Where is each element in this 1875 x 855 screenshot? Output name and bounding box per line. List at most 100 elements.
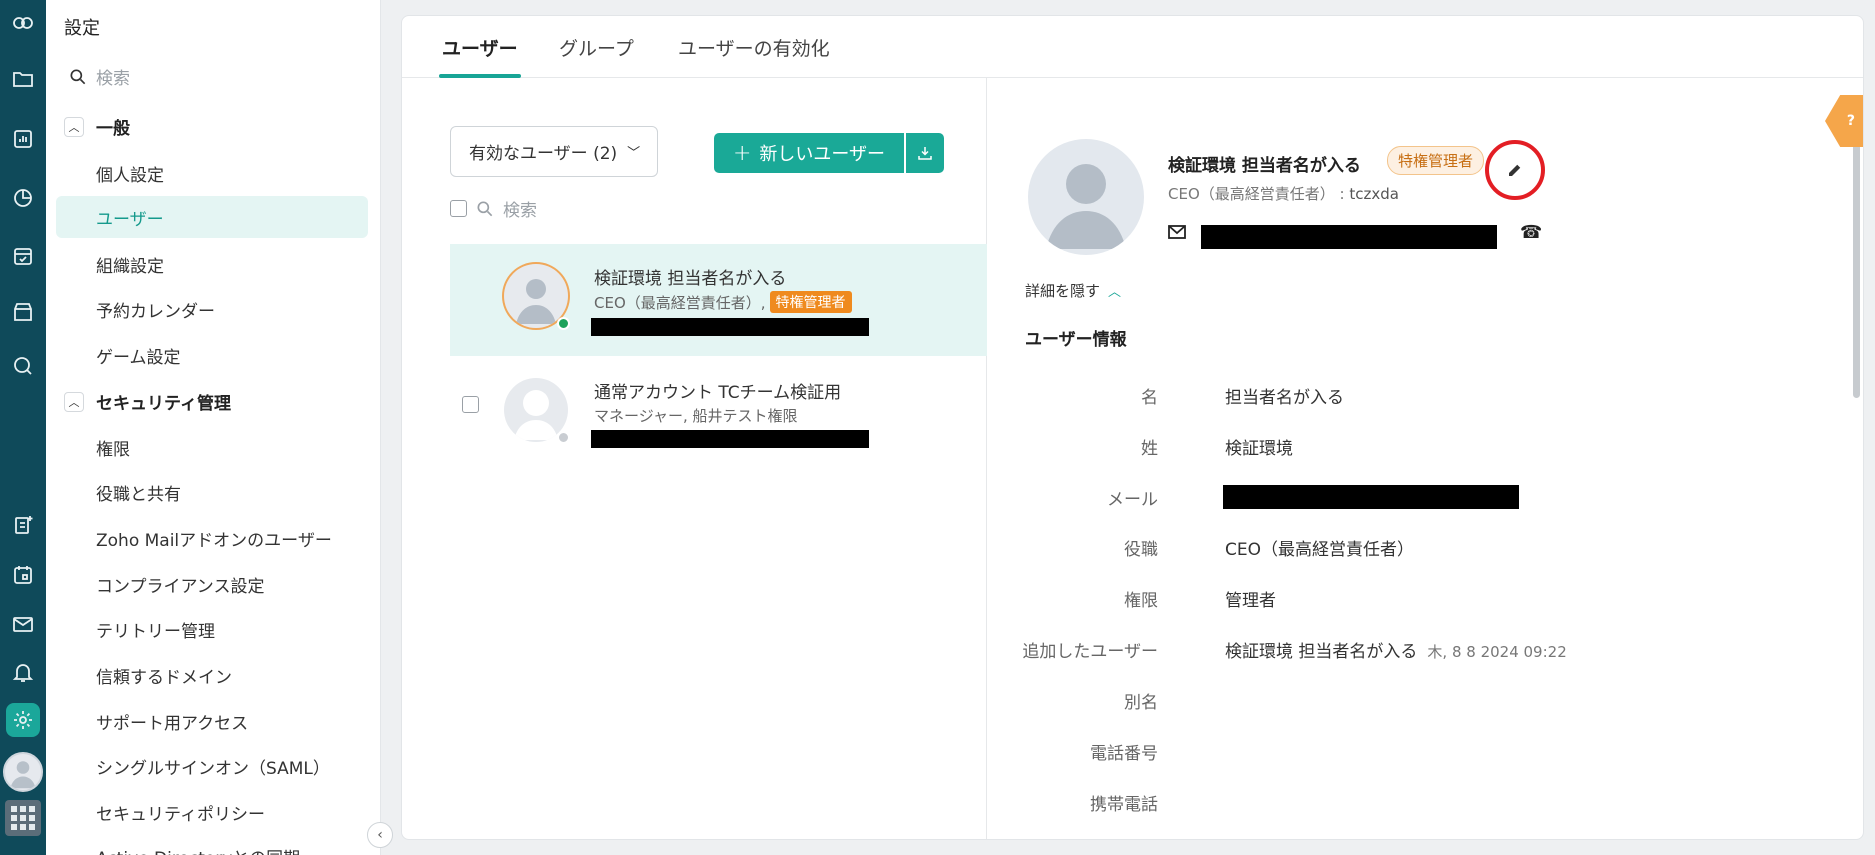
download-icon <box>918 147 932 160</box>
app-launcher-grid-icon[interactable] <box>5 800 41 836</box>
redacted-email <box>1201 225 1497 249</box>
sidebar-item-support-access[interactable]: サポート用アクセス <box>96 709 248 734</box>
sidebar-search[interactable]: 検索 <box>68 64 130 89</box>
offline-status-dot <box>557 431 570 444</box>
chevron-up-icon: ︿ <box>1108 285 1122 300</box>
added-by-name: 検証環境 担当者名が入る <box>1225 642 1418 662</box>
profile-avatar[interactable] <box>3 752 43 792</box>
import-users-button[interactable] <box>906 133 944 173</box>
store-icon[interactable] <box>8 297 38 327</box>
settings-sidebar: 設定 検索 ︿ 一般 個人設定 ユーザー 組織設定 予約カレンダー ゲーム設定 … <box>46 0 381 855</box>
chevron-up-icon: ︿ <box>64 391 84 412</box>
settings-gear-icon[interactable] <box>6 703 40 737</box>
sidebar-item-security-policy[interactable]: セキュリティポリシー <box>96 800 265 825</box>
user-name: 通常アカウント TCチーム検証用 <box>594 383 842 403</box>
user-row[interactable]: 検証環境 担当者名が入る CEO（最高経営責任者）, 特権管理者 <box>450 244 987 356</box>
field-label: 別名 <box>1124 693 1158 713</box>
role-separator: : <box>1334 185 1350 203</box>
role-code: tczxda <box>1349 185 1399 203</box>
super-admin-badge: 特権管理者 <box>769 291 852 313</box>
sidebar-item-ad-sync[interactable]: Active Directoryとの同期 <box>96 844 300 855</box>
sidebar-item-game-settings[interactable]: ゲーム設定 <box>96 343 181 368</box>
analytics-icon[interactable] <box>8 183 38 213</box>
collapse-sidebar-button[interactable]: ‹ <box>367 822 393 848</box>
users-card: ユーザー グループ ユーザーの有効化 有効なユーザー (2) ﹀ + 新しいユー… <box>401 15 1864 840</box>
field-value: CEO（最高経営責任者） <box>1225 540 1414 560</box>
user-row-checkbox[interactable] <box>462 396 479 413</box>
user-role: CEO（最高経営責任者）, <box>594 293 766 312</box>
mail-icon[interactable] <box>8 609 38 639</box>
user-row[interactable]: 通常アカウント TCチーム検証用 マネージャー, 船井テスト権限 <box>450 358 987 470</box>
phone-icon[interactable]: ☎ <box>1520 222 1542 243</box>
zoho-logo-icon[interactable] <box>8 8 38 38</box>
sidebar-item-org-settings[interactable]: 組織設定 <box>96 252 164 277</box>
field-value: 検証環境 <box>1225 439 1293 459</box>
field-label: 追加したユーザー <box>1022 642 1158 662</box>
user-name: 検証環境 担当者名が入る <box>594 269 787 289</box>
edit-user-button[interactable] <box>1485 140 1545 200</box>
calendar-icon[interactable] <box>8 560 38 590</box>
chevron-down-icon: ﹀ <box>627 146 641 161</box>
new-user-button[interactable]: + 新しいユーザー <box>714 133 904 173</box>
mail-icon <box>1168 225 1186 239</box>
field-label: 携帯電話 <box>1090 795 1158 815</box>
field-value: 検証環境 担当者名が入る 木, 8 8 2024 09:22 <box>1225 637 1567 662</box>
select-all-checkbox[interactable] <box>450 200 467 217</box>
user-detail-avatar <box>1028 139 1144 255</box>
sidebar-item-roles-sharing[interactable]: 役職と共有 <box>96 480 181 505</box>
user-subtitle: CEO（最高経営責任者）, 特権管理者 <box>594 291 852 313</box>
folder-icon[interactable] <box>8 64 38 94</box>
search-icon <box>477 201 493 216</box>
sidebar-item-zoho-mail-addon[interactable]: Zoho Mailアドオンのユーザー <box>96 526 332 551</box>
section-general-label: 一般 <box>96 119 130 139</box>
user-list-search[interactable]: 検索 <box>450 196 537 221</box>
report-icon[interactable] <box>8 124 38 154</box>
field-label: 権限 <box>1124 591 1158 611</box>
field-label: 役職 <box>1124 540 1158 560</box>
sidebar-item-permissions[interactable]: 権限 <box>96 435 130 460</box>
field-label: 姓 <box>1141 439 1158 459</box>
super-admin-badge: 特権管理者 <box>1387 146 1485 175</box>
redacted-email <box>591 430 869 448</box>
user-detail-role: CEO（最高経営責任者） : tczxda <box>1168 183 1399 204</box>
field-label: メール <box>1107 490 1158 510</box>
user-detail-pane: 検証環境 担当者名が入る 特権管理者 CEO（最高経営責任者） : tczxda… <box>988 78 1863 839</box>
section-security-label: セキュリティ管理 <box>96 394 231 414</box>
field-value: 担当者名が入る <box>1225 388 1344 408</box>
tab-users[interactable]: ユーザー <box>442 34 518 61</box>
sidebar-title: 設定 <box>64 18 100 39</box>
redacted-email <box>591 318 869 336</box>
online-status-dot <box>557 317 570 330</box>
section-security[interactable]: ︿ セキュリティ管理 <box>64 389 231 414</box>
redacted-email <box>1223 485 1519 509</box>
sidebar-item-compliance[interactable]: コンプライアンス設定 <box>96 572 264 597</box>
user-filter-label: 有効なユーザー (2) <box>469 144 618 164</box>
sidebar-item-personal-settings[interactable]: 個人設定 <box>96 161 164 186</box>
sidebar-item-territory[interactable]: テリトリー管理 <box>96 617 215 642</box>
tab-groups[interactable]: グループ <box>559 34 634 61</box>
add-note-icon[interactable] <box>8 510 38 540</box>
tab-user-activation[interactable]: ユーザーの有効化 <box>678 34 830 61</box>
sidebar-item-booking-calendar[interactable]: 予約カレンダー <box>96 297 215 322</box>
plus-icon: + <box>732 140 752 166</box>
detail-scrollbar[interactable] <box>1851 138 1861 398</box>
role-text: CEO（最高経営責任者） <box>1168 185 1335 203</box>
sidebar-item-saml[interactable]: シングルサインオン（SAML） <box>96 754 330 779</box>
new-user-label: 新しいユーザー <box>759 144 886 165</box>
pencil-icon <box>1509 164 1521 176</box>
field-value: 管理者 <box>1225 591 1276 611</box>
chevron-up-icon: ︿ <box>64 116 84 137</box>
notification-bell-icon[interactable] <box>8 657 38 687</box>
field-label: 名 <box>1141 388 1158 408</box>
search-analytics-icon[interactable] <box>8 351 38 381</box>
user-search-placeholder: 検索 <box>503 201 537 221</box>
section-general[interactable]: ︿ 一般 <box>64 114 130 139</box>
sidebar-item-trusted-domains[interactable]: 信頼するドメイン <box>96 663 232 688</box>
sidebar-search-placeholder: 検索 <box>96 69 130 89</box>
sidebar-item-users[interactable]: ユーザー <box>56 196 368 238</box>
user-info-section-title: ユーザー情報 <box>1025 330 1127 350</box>
user-subtitle: マネージャー, 船井テスト権限 <box>594 407 798 425</box>
calendar-check-icon[interactable] <box>8 241 38 271</box>
hide-details-toggle[interactable]: 詳細を隠す ︿ <box>1025 280 1121 301</box>
user-filter-dropdown[interactable]: 有効なユーザー (2) ﹀ <box>450 126 658 177</box>
